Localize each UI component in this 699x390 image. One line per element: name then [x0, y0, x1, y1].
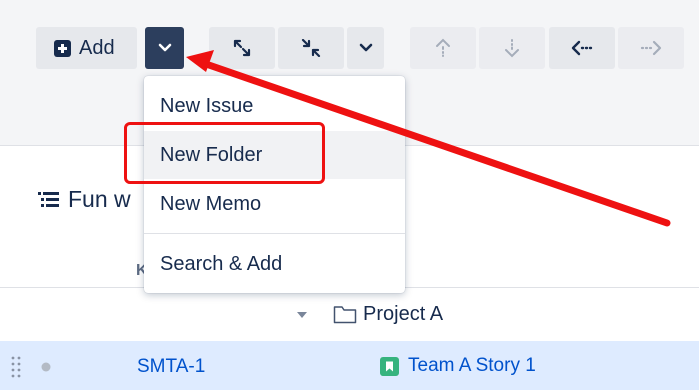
annotation-arrow	[186, 50, 671, 227]
